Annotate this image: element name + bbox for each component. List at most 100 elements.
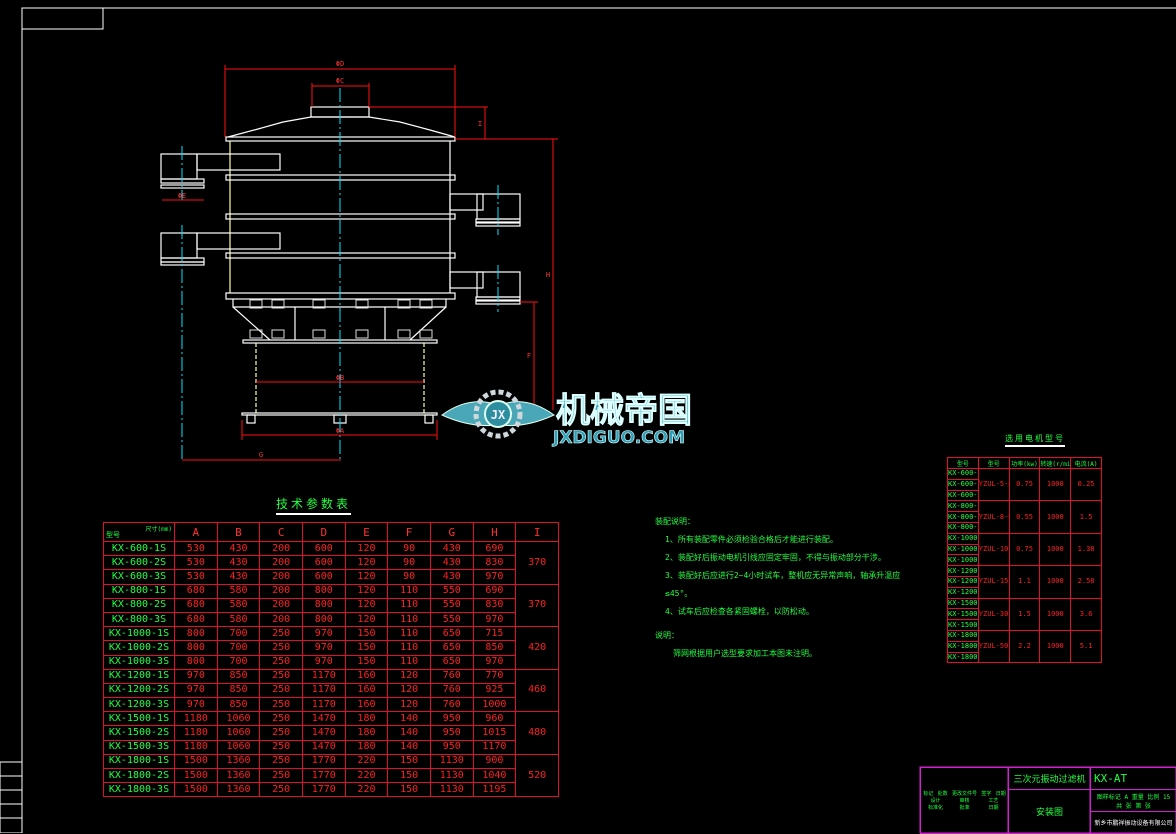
- assembly-title: 装配说明：: [655, 513, 915, 531]
- model-cell: KX-1800-2S: [948, 641, 979, 652]
- value-cell: 90: [388, 570, 431, 584]
- model-cell: KX-1000-2S: [948, 544, 979, 555]
- value-cell: 760: [430, 698, 473, 712]
- value-cell: 250: [260, 783, 303, 797]
- model-cell: KX-1000-3S: [948, 555, 979, 566]
- value-cell: 180: [345, 740, 388, 754]
- value-cell: 850: [473, 641, 516, 655]
- value-cell: 830: [473, 598, 516, 612]
- table-row: KX-800-2S680580200800120110550830: [104, 598, 559, 612]
- model-cell: KX-1200-2S: [948, 576, 979, 587]
- value-cell: 960: [473, 712, 516, 726]
- value-cell: 680: [175, 584, 218, 598]
- value-cell: 970: [175, 698, 218, 712]
- value-cell: 120: [345, 612, 388, 626]
- current-cell: 1.5: [1071, 501, 1102, 533]
- value-cell: 800: [302, 584, 345, 598]
- table-row: KX-600-1S53043020060012090430690370: [104, 542, 559, 556]
- value-cell: 700: [217, 655, 260, 669]
- i-value-cell: 480: [516, 712, 559, 755]
- motor-table: 型号型号功率(kw)转速(r/min)电流(A) KX-600-1SYZUL-5…: [947, 457, 1102, 663]
- value-cell: 680: [175, 598, 218, 612]
- assembly-note: 3、装配好后应进行2~4小时试车，整机应无异常声响，轴承升温应≤45°。: [665, 567, 915, 603]
- dim-outlet-offset: G: [259, 451, 263, 459]
- table-row: KX-1000-3S800700250970150110650970: [104, 655, 559, 669]
- value-cell: 120: [345, 570, 388, 584]
- value-cell: 700: [217, 627, 260, 641]
- speed-cell: 1000: [1040, 598, 1071, 630]
- value-cell: 850: [217, 698, 260, 712]
- model-cell: KX-600-2S: [104, 556, 175, 570]
- value-cell: 950: [430, 712, 473, 726]
- value-cell: 110: [388, 584, 431, 598]
- value-cell: 200: [260, 612, 303, 626]
- role-label: 工艺: [980, 797, 1006, 804]
- table-row: KX-1000-1S800700250970150110650715420: [104, 627, 559, 641]
- value-cell: 250: [260, 726, 303, 740]
- value-cell: 250: [260, 740, 303, 754]
- value-cell: 250: [260, 683, 303, 697]
- value-cell: 760: [430, 669, 473, 683]
- value-cell: 970: [302, 641, 345, 655]
- value-cell: 1500: [175, 783, 218, 797]
- value-cell: 250: [260, 712, 303, 726]
- column-header: F: [388, 523, 431, 542]
- value-cell: 110: [388, 598, 431, 612]
- column-header: I: [516, 523, 559, 542]
- model-cell: KX-1200-2S: [104, 683, 175, 697]
- model-cell: KX-1000-2S: [104, 641, 175, 655]
- company-name: 新乡市鹏祥振动设备有限公司: [1091, 812, 1176, 834]
- value-cell: 830: [473, 556, 516, 570]
- table-row: KX-600-3S53043020060012090430970: [104, 570, 559, 584]
- column-header: 转速(r/min): [1040, 458, 1071, 469]
- value-cell: 580: [217, 612, 260, 626]
- springs: [250, 300, 432, 338]
- value-cell: 120: [388, 683, 431, 697]
- speed-cell: 1000: [1040, 566, 1071, 598]
- value-cell: 110: [388, 612, 431, 626]
- value-cell: 120: [388, 698, 431, 712]
- model-cell: KX-800-1S: [948, 501, 979, 512]
- revision-header: 日期: [996, 790, 1006, 797]
- model-cell: KX-1500-3S: [104, 740, 175, 754]
- model-cell: KX-800-2S: [948, 512, 979, 523]
- model-cell: KX-600-1S: [948, 469, 979, 480]
- value-cell: 850: [217, 683, 260, 697]
- value-cell: 140: [388, 712, 431, 726]
- role-label: 标准化: [922, 804, 948, 811]
- dimension-labels: ΦD ΦC I H ΦE ΦB ΦA G F: [178, 60, 550, 459]
- value-cell: 1000: [473, 698, 516, 712]
- value-cell: 550: [430, 612, 473, 626]
- value-cell: 200: [260, 570, 303, 584]
- value-cell: 200: [260, 598, 303, 612]
- value-cell: 110: [388, 627, 431, 641]
- value-cell: 800: [175, 655, 218, 669]
- power-cell: 0.75: [1009, 533, 1040, 565]
- corner-header: 型号 尺寸(mm): [104, 523, 175, 542]
- dim-cap-dia: ΦC: [336, 77, 344, 85]
- value-cell: 1470: [302, 712, 345, 726]
- value-cell: 760: [430, 683, 473, 697]
- model-cell: KX-1000-1S: [104, 627, 175, 641]
- value-cell: 150: [345, 641, 388, 655]
- current-cell: 3.6: [1071, 598, 1102, 630]
- model-cell: KX-800-2S: [104, 598, 175, 612]
- value-cell: 430: [430, 556, 473, 570]
- role-label: 设计: [922, 797, 948, 804]
- value-cell: 1180: [175, 740, 218, 754]
- dim-cap-height: I: [478, 120, 482, 128]
- column-header: G: [430, 523, 473, 542]
- table-row: KX-1000-1SYZUL-10-60.7510001.38: [948, 533, 1102, 544]
- value-cell: 150: [345, 627, 388, 641]
- outlet-upper-right: [450, 194, 520, 226]
- motor-cell: YZUL-15-6: [978, 566, 1009, 598]
- assembly-note: 4、试车后应检查各紧固螺栓，以防松动。: [665, 603, 915, 621]
- model-cell: KX-1000-1S: [948, 533, 979, 544]
- value-cell: 690: [473, 584, 516, 598]
- value-cell: 1170: [302, 683, 345, 697]
- value-cell: 220: [345, 783, 388, 797]
- table-row: KX-1800-1S150013602501770220150113090052…: [104, 754, 559, 768]
- model-cell: KX-1200-1S: [948, 566, 979, 577]
- assembly-note: 1、所有装配零件必须检验合格后才能进行装配。: [665, 531, 915, 549]
- motor-cell: YZUL-10-6: [978, 533, 1009, 565]
